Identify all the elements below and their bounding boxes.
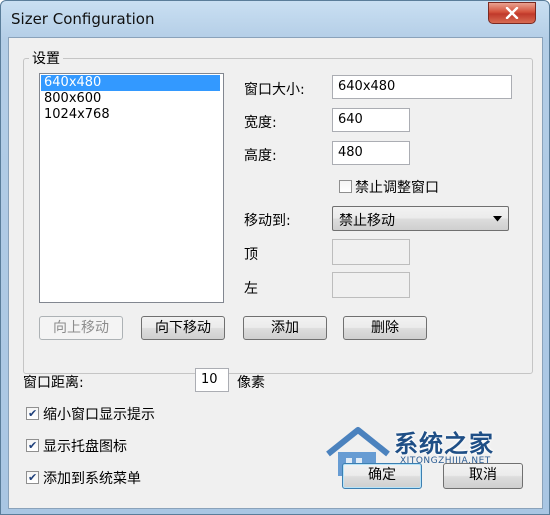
width-input[interactable]: 640	[332, 108, 410, 132]
dialog-client-area: 设置 640x480 800x600 1024x768 窗口大小: 640x48…	[8, 37, 543, 509]
dialog-window: Sizer Configuration 设置 640x480 800x600 1…	[0, 0, 550, 515]
close-button[interactable]	[488, 2, 536, 24]
add-to-menu-checkbox[interactable]: ✔	[26, 471, 39, 484]
show-tray-icon-label[interactable]: 显示托盘图标	[43, 436, 127, 456]
close-icon	[505, 7, 519, 19]
show-tray-icon-checkbox[interactable]: ✔	[26, 439, 39, 452]
settings-group-label: 设置	[29, 48, 63, 68]
list-item[interactable]: 800x600	[41, 91, 220, 107]
top-input[interactable]	[332, 239, 410, 265]
move-up-button[interactable]: 向上移动	[39, 316, 123, 340]
left-label: 左	[244, 281, 258, 297]
move-to-selected: 禁止移动	[339, 213, 395, 229]
add-button[interactable]: 添加	[243, 316, 327, 340]
size-listbox[interactable]: 640x480 800x600 1024x768	[39, 73, 224, 303]
disable-resize-checkbox[interactable]	[339, 180, 352, 193]
checkmark-icon: ✔	[28, 439, 38, 452]
cancel-button[interactable]: 取消	[443, 463, 523, 489]
ok-button[interactable]: 确定	[342, 463, 422, 489]
checkmark-icon: ✔	[28, 471, 38, 484]
move-to-label: 移动到:	[244, 213, 291, 229]
window-title: Sizer Configuration	[11, 10, 155, 28]
height-input[interactable]: 480	[332, 141, 410, 165]
window-distance-label: 窗口距离:	[23, 375, 84, 391]
checkmark-icon: ✔	[28, 407, 38, 420]
watermark-name: 系统之家	[394, 430, 494, 458]
list-item[interactable]: 1024x768	[41, 107, 220, 123]
add-to-menu-label[interactable]: 添加到系统菜单	[43, 468, 141, 488]
window-size-input[interactable]: 640x480	[332, 75, 512, 99]
show-tooltip-checkbox[interactable]: ✔	[26, 407, 39, 420]
move-down-button[interactable]: 向下移动	[141, 316, 225, 340]
width-label: 宽度:	[244, 115, 277, 131]
top-label: 顶	[244, 247, 258, 263]
chevron-down-icon	[493, 216, 502, 222]
left-input[interactable]	[332, 272, 410, 298]
show-tooltip-label[interactable]: 缩小窗口显示提示	[43, 404, 155, 424]
window-size-label: 窗口大小:	[244, 82, 305, 98]
delete-button[interactable]: 删除	[343, 316, 427, 340]
title-bar[interactable]: Sizer Configuration	[1, 1, 549, 37]
move-to-dropdown[interactable]: 禁止移动	[332, 206, 509, 231]
height-label: 高度:	[244, 148, 277, 164]
window-distance-input[interactable]: 10	[195, 368, 229, 392]
disable-resize-label[interactable]: 禁止调整窗口	[355, 177, 439, 197]
list-item[interactable]: 640x480	[41, 75, 220, 91]
window-distance-unit: 像素	[237, 375, 265, 391]
